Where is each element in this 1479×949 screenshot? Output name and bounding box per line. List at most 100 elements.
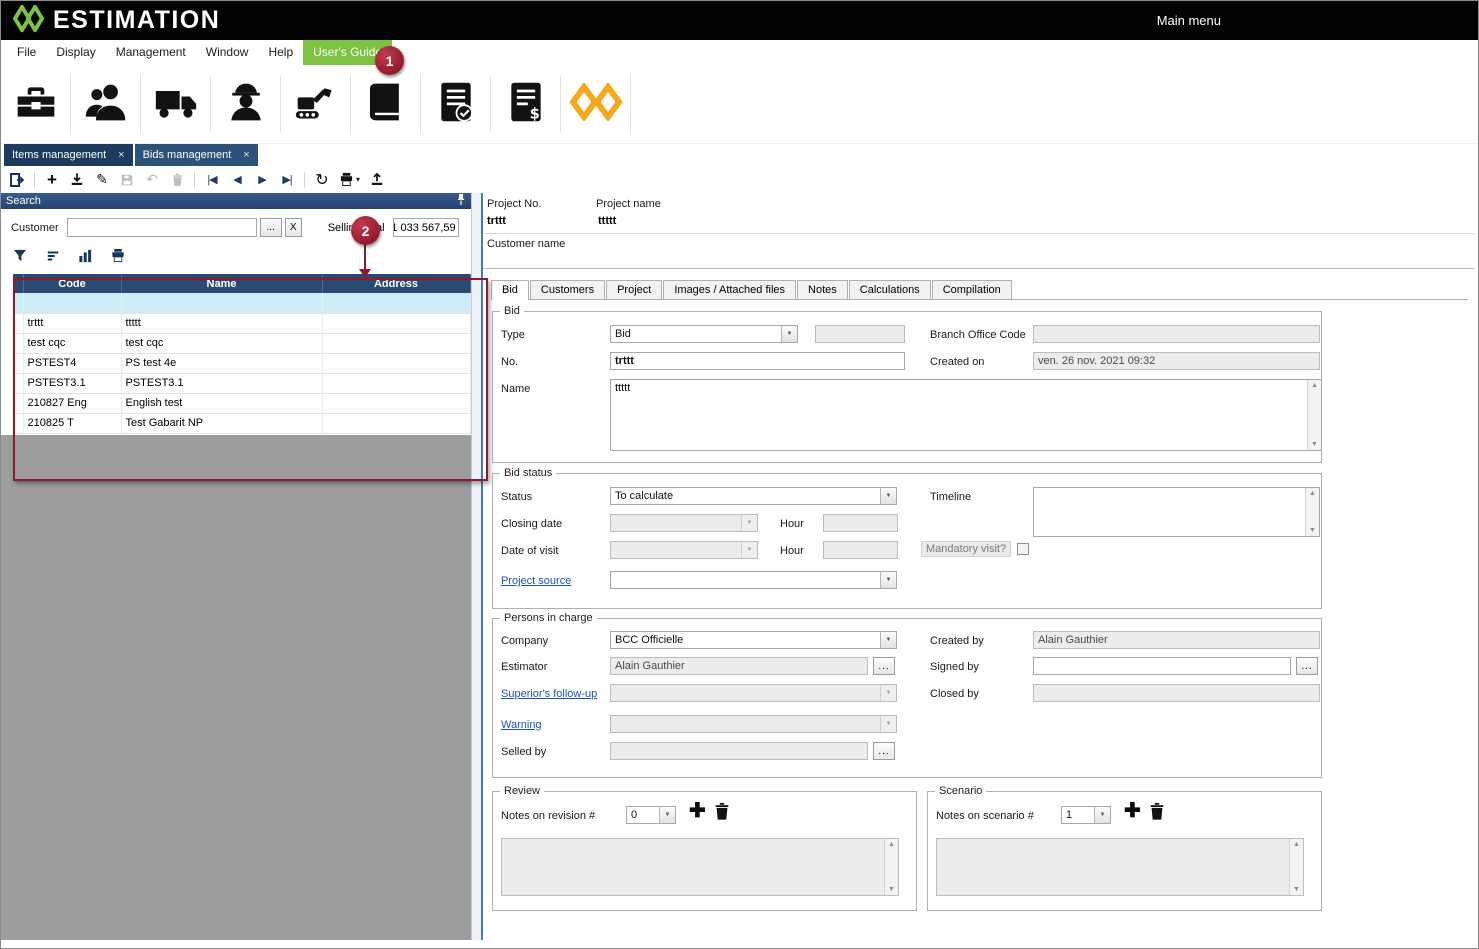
groupbox-title: Bid status <box>500 467 556 479</box>
menu-window[interactable]: Window <box>196 40 259 65</box>
panel-splitter[interactable] <box>471 193 483 940</box>
close-icon[interactable]: × <box>243 149 249 161</box>
revision-select[interactable]: 0 ▼ <box>626 806 676 824</box>
menu-file[interactable]: File <box>7 40 46 65</box>
toolbox-button[interactable] <box>1 70 70 138</box>
table-row[interactable]: test cqc test cqc <box>13 333 470 353</box>
tab-calculations[interactable]: Calculations <box>849 280 931 299</box>
pin-icon[interactable] <box>456 193 466 209</box>
chart-icon[interactable] <box>78 249 93 268</box>
first-record-icon[interactable]: |◀ <box>204 171 220 189</box>
warning-link[interactable]: Warning <box>501 719 542 731</box>
signed-by-field[interactable] <box>1033 657 1291 675</box>
export-icon[interactable] <box>369 171 385 189</box>
refresh-icon[interactable]: ↻ <box>314 171 330 189</box>
edit-icon[interactable]: ✎ <box>94 171 110 189</box>
undo-icon[interactable]: ↶ <box>144 171 160 189</box>
filter-icon[interactable] <box>12 248 28 268</box>
column-header-code[interactable]: Code <box>23 274 121 293</box>
customers-button[interactable] <box>71 70 140 138</box>
save-icon[interactable] <box>119 171 135 189</box>
date-of-visit-select: ▼ <box>610 541 758 559</box>
mandatory-visit-checkbox[interactable] <box>1017 543 1029 555</box>
chevron-down-icon[interactable]: ▼ <box>1094 807 1110 823</box>
signed-by-browse-button[interactable]: ... <box>1296 657 1318 675</box>
tab-images-attached-files[interactable]: Images / Attached files <box>663 280 796 299</box>
menu-help[interactable]: Help <box>258 40 303 65</box>
type-extra-field <box>815 325 905 343</box>
tab-bid[interactable]: Bid <box>491 280 529 300</box>
equipment-button[interactable] <box>281 70 350 138</box>
tab-items-management[interactable]: Items management × <box>4 144 133 166</box>
delete-scenario-icon[interactable] <box>1148 802 1166 826</box>
timeline-textarea[interactable]: ▲▼ <box>1033 487 1320 537</box>
tab-project[interactable]: Project <box>606 280 662 299</box>
menu-display[interactable]: Display <box>46 40 105 65</box>
estimation-window: ESTIMATION Main menu File Display Manage… <box>0 0 1479 949</box>
table-row[interactable]: PSTEST4 PS test 4e <box>13 353 470 373</box>
last-record-icon[interactable]: ▶| <box>279 171 295 189</box>
tab-customers[interactable]: Customers <box>530 280 605 299</box>
previous-record-icon[interactable]: ◀ <box>229 171 245 189</box>
print-icon[interactable]: ▾ <box>339 171 360 189</box>
chevron-down-icon[interactable]: ▼ <box>781 326 797 342</box>
delete-revision-icon[interactable] <box>713 802 731 826</box>
trucks-button[interactable] <box>141 70 210 138</box>
status-select[interactable]: To calculate ▼ <box>610 487 897 505</box>
chevron-down-icon[interactable]: ▼ <box>659 807 675 823</box>
billing-button[interactable]: $ <box>491 70 560 138</box>
delete-icon[interactable] <box>169 171 185 189</box>
main-menu-label: Main menu <box>1157 13 1221 28</box>
customer-browse-button[interactable]: ... <box>260 218 282 237</box>
superiors-follow-up-link[interactable]: Superior's follow-up <box>501 688 597 700</box>
table-row[interactable]: 210827 Eng English test <box>13 393 470 413</box>
close-icon[interactable]: × <box>118 149 124 161</box>
customer-clear-button[interactable]: X <box>285 218 302 237</box>
table-row[interactable]: 210825 T Test Gabarit NP <box>13 413 470 433</box>
add-revision-icon[interactable]: ✚ <box>689 801 706 821</box>
signed-by-label: Signed by <box>930 661 979 673</box>
bid-no-field[interactable]: trttt <box>610 352 905 370</box>
column-header-name[interactable]: Name <box>121 274 322 293</box>
print-grid-icon[interactable] <box>110 248 126 268</box>
column-header-address[interactable]: Address <box>322 274 470 293</box>
scrollbar[interactable]: ▲▼ <box>1305 488 1319 536</box>
menu-management[interactable]: Management <box>106 40 196 65</box>
table-row[interactable] <box>13 293 470 313</box>
type-select[interactable]: Bid ▼ <box>610 325 798 343</box>
divider <box>483 268 1474 269</box>
content-area: Search Customer ... X Selling total 1 03… <box>1 193 1478 940</box>
bids-button[interactable] <box>351 70 420 138</box>
exit-panel-icon[interactable] <box>9 171 25 189</box>
next-record-icon[interactable]: ▶ <box>254 171 270 189</box>
table-row[interactable]: PSTEST3.1 PSTEST3.1 <box>13 373 470 393</box>
chevron-down-icon[interactable]: ▼ <box>880 488 896 504</box>
scrollbar: ▲▼ <box>884 839 898 895</box>
add-icon[interactable]: + <box>44 171 60 189</box>
brand-button[interactable] <box>561 70 630 138</box>
company-select[interactable]: BCC Officielle ▼ <box>610 631 897 649</box>
import-icon[interactable] <box>69 171 85 189</box>
estimates-button[interactable] <box>421 70 490 138</box>
menu-users-guide[interactable]: User's Guide <box>303 40 392 65</box>
chevron-down-icon[interactable]: ▼ <box>880 572 896 588</box>
tab-bids-management[interactable]: Bids management × <box>135 144 258 166</box>
project-source-select[interactable]: ▼ <box>610 571 897 589</box>
bid-name-textarea[interactable]: ttttt ▲▼ <box>610 379 1322 451</box>
tab-compilation[interactable]: Compilation <box>932 280 1012 299</box>
table-row[interactable]: trttt ttttt <box>13 313 470 333</box>
workers-button[interactable] <box>211 70 280 138</box>
clear-filter-icon[interactable] <box>45 249 61 268</box>
project-source-link[interactable]: Project source <box>501 575 571 587</box>
scenario-select[interactable]: 1 ▼ <box>1061 806 1111 824</box>
chevron-down-icon[interactable]: ▼ <box>880 632 896 648</box>
customer-input[interactable] <box>67 218 257 237</box>
tab-notes[interactable]: Notes <box>797 280 848 299</box>
add-scenario-icon[interactable]: ✚ <box>1124 801 1141 821</box>
bid-groupbox: Bid Type Bid ▼ Branch Office Code No. tr… <box>492 311 1322 463</box>
scrollbar[interactable]: ▲▼ <box>1307 380 1321 450</box>
chevron-down-icon[interactable]: ▾ <box>356 175 360 184</box>
selled-by-browse-button[interactable]: ... <box>873 742 895 760</box>
estimator-browse-button[interactable]: ... <box>873 657 895 675</box>
detail-tabbar: Bid Customers Project Images / Attached … <box>491 279 1468 300</box>
